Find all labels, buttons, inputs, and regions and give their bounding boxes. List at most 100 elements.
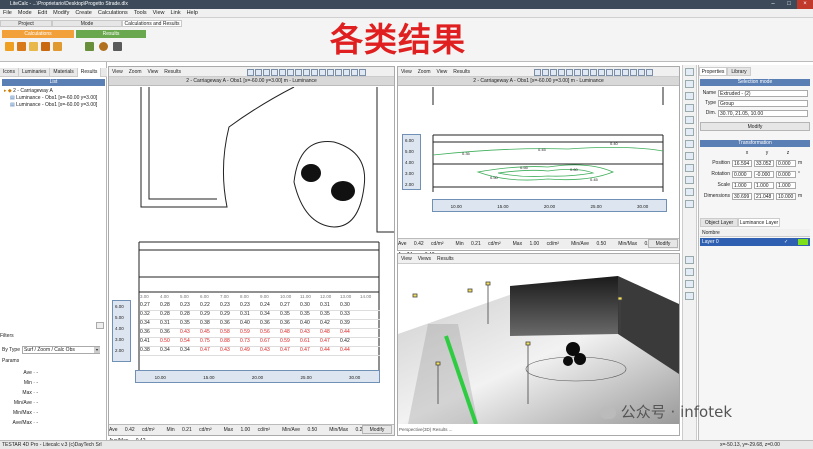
fit-icon[interactable] <box>319 69 326 76</box>
tree-item-luminance-2[interactable]: ▤ Luminance - Obs1 [x=-60.00 y=3.00] <box>10 102 105 109</box>
table-icon[interactable] <box>550 69 557 76</box>
ribbon-tab-calculations-results[interactable]: Calculations and Results <box>122 20 182 27</box>
dims-field[interactable]: 30.70, 21.05, 10.00 <box>718 110 808 117</box>
measure-icon[interactable] <box>622 69 629 76</box>
menu-zoom[interactable]: Zoom <box>415 67 434 77</box>
mirror-icon[interactable] <box>343 69 350 76</box>
close-button[interactable]: × <box>797 0 813 9</box>
scroll-right-button[interactable] <box>96 322 104 329</box>
menu-file[interactable]: File <box>0 9 15 18</box>
menu-view[interactable]: View <box>150 9 168 18</box>
view-front-icon[interactable] <box>685 268 694 276</box>
pan-icon[interactable] <box>598 69 605 76</box>
position-x-field[interactable]: 16.594 <box>732 160 752 167</box>
plan-modify-button[interactable]: Modify <box>362 425 392 434</box>
rotation-y-field[interactable]: -0.000 <box>754 171 774 178</box>
false-color-icon[interactable] <box>574 69 581 76</box>
results-tree-root[interactable]: ▸ ◆ 2 - Carriageway A <box>4 88 105 95</box>
tab-icons[interactable]: Icons <box>0 68 19 77</box>
select-icon[interactable] <box>327 69 334 76</box>
calc-grid-icon[interactable] <box>41 42 50 51</box>
tab-library[interactable]: Library <box>727 67 751 76</box>
menu-results[interactable]: Results <box>450 67 473 77</box>
rotation-x-field[interactable]: 0.000 <box>732 171 752 178</box>
zoom-in-icon[interactable] <box>295 69 302 76</box>
zoom-out-icon[interactable] <box>303 69 310 76</box>
dimensions-y-field[interactable]: 21.048 <box>754 193 774 200</box>
scale-icon[interactable] <box>685 104 694 112</box>
values-icon[interactable] <box>271 69 278 76</box>
zoom-in-icon[interactable] <box>582 69 589 76</box>
calc-export-icon[interactable] <box>53 42 62 51</box>
results-chart-icon[interactable] <box>99 42 108 51</box>
menu-view[interactable]: View <box>434 67 451 77</box>
properties-modify-button[interactable]: Modify <box>700 122 810 131</box>
copy-icon[interactable] <box>685 116 694 124</box>
fit-icon[interactable] <box>606 69 613 76</box>
menu-results[interactable]: Results <box>161 67 184 77</box>
tab-object-layer[interactable]: Object Layer <box>700 218 738 227</box>
isolines-icon[interactable] <box>566 69 573 76</box>
values-icon[interactable] <box>558 69 565 76</box>
position-y-field[interactable]: 33.052 <box>754 160 774 167</box>
menu-mode[interactable]: Mode <box>15 9 35 18</box>
menu-views[interactable]: Views <box>415 254 434 264</box>
calc-run-icon[interactable] <box>17 42 26 51</box>
menu-view[interactable]: View <box>398 254 415 264</box>
calc-settings-icon[interactable] <box>29 42 38 51</box>
tab-properties[interactable]: Properties <box>699 67 727 76</box>
scale-y-field[interactable]: 1.000 <box>754 182 774 189</box>
results-table-icon[interactable] <box>85 42 94 51</box>
isolines-icon[interactable] <box>279 69 286 76</box>
view-3d-icon[interactable] <box>685 292 694 300</box>
menu-modify[interactable]: Modify <box>50 9 72 18</box>
select-icon[interactable] <box>685 68 694 76</box>
rotation-z-field[interactable]: 0.000 <box>776 171 796 178</box>
measure-icon[interactable] <box>335 69 342 76</box>
check-icon[interactable]: ✓ <box>784 238 788 246</box>
menu-view[interactable]: View <box>145 67 162 77</box>
table-icon[interactable] <box>263 69 270 76</box>
menu-tools[interactable]: Tools <box>131 9 150 18</box>
layer-icon[interactable] <box>685 200 694 208</box>
scale-z-field[interactable]: 1.000 <box>776 182 796 189</box>
contour-modify-button[interactable]: Modify <box>648 239 678 248</box>
view-top-icon[interactable] <box>685 256 694 264</box>
move-icon[interactable] <box>685 80 694 88</box>
false-color-icon[interactable] <box>287 69 294 76</box>
add-icon[interactable] <box>359 69 366 76</box>
measure-icon[interactable] <box>685 176 694 184</box>
ribbon-tab-project[interactable]: Project <box>0 20 52 27</box>
close-icon[interactable] <box>351 69 358 76</box>
maximize-button[interactable]: □ <box>781 0 797 9</box>
calc-tool-icon[interactable] <box>5 42 14 51</box>
layer-color-swatch[interactable] <box>798 239 808 245</box>
menu-link[interactable]: Link <box>167 9 183 18</box>
view-side-icon[interactable] <box>685 280 694 288</box>
grid-icon[interactable] <box>534 69 541 76</box>
dimensions-z-field[interactable]: 10.000 <box>776 193 796 200</box>
menu-results[interactable]: Results <box>434 254 457 264</box>
scale-x-field[interactable]: 1.000 <box>732 182 752 189</box>
tab-results[interactable]: Results <box>77 68 102 77</box>
minimize-button[interactable]: – <box>765 0 781 9</box>
rotate-icon[interactable] <box>685 92 694 100</box>
tree-item-luminance-1[interactable]: ▤ Luminance - Obs1 [x=-60.00 y=3.00] <box>10 95 105 102</box>
add-icon[interactable] <box>646 69 653 76</box>
group-icon[interactable] <box>685 152 694 160</box>
results-print-icon[interactable] <box>113 42 122 51</box>
menu-zoom[interactable]: Zoom <box>126 67 145 77</box>
pan-icon[interactable] <box>311 69 318 76</box>
menu-view[interactable]: View <box>398 67 415 77</box>
snap-icon[interactable] <box>685 188 694 196</box>
contour-icon[interactable] <box>255 69 262 76</box>
position-z-field[interactable]: 0.000 <box>776 160 796 167</box>
menu-view[interactable]: View <box>109 67 126 77</box>
tab-luminance-layer[interactable]: Luminance Layer <box>738 218 780 227</box>
dimensions-x-field[interactable]: 30.699 <box>732 193 752 200</box>
menu-edit[interactable]: Edit <box>35 9 50 18</box>
mirror-icon[interactable] <box>630 69 637 76</box>
close-icon[interactable] <box>638 69 645 76</box>
align-icon[interactable] <box>685 140 694 148</box>
tab-materials[interactable]: Materials <box>50 68 78 77</box>
